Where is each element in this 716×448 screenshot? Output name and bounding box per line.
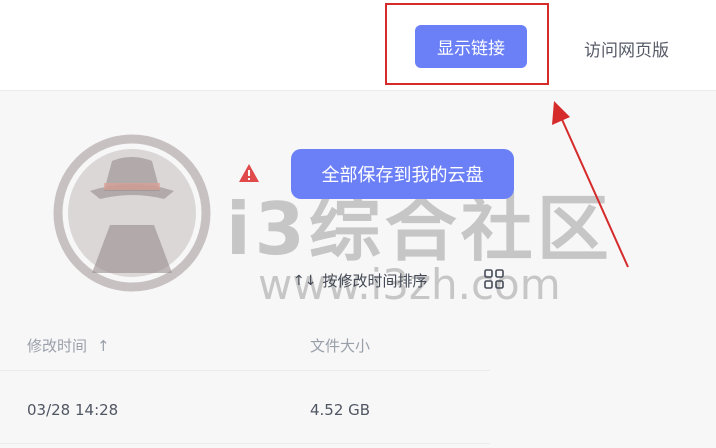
- grid-view-icon[interactable]: [483, 268, 505, 290]
- cell-size: 4.52 GB: [310, 401, 371, 419]
- annotation-arrow: [552, 101, 629, 268]
- cell-modified: 03/28 14:28: [27, 401, 119, 419]
- table-row[interactable]: 03/28 14:28 4.52 GB: [0, 371, 490, 444]
- visit-web-link[interactable]: 访问网页版: [584, 36, 669, 61]
- watermark-logo: [53, 134, 211, 292]
- save-all-button[interactable]: 全部保存到我的云盘: [291, 149, 514, 199]
- sort-label: 按修改时间排序: [322, 272, 428, 290]
- sort-control[interactable]: ↑↓ 按修改时间排序: [293, 270, 427, 291]
- column-header-size[interactable]: 文件大小: [310, 335, 370, 356]
- column-header-modified[interactable]: 修改时间 ↑: [27, 335, 110, 356]
- sort-icon: ↑↓: [293, 272, 317, 289]
- column-header-modified-label: 修改时间: [27, 337, 88, 355]
- top-bar: 显示链接 访问网页版: [0, 0, 716, 91]
- highlight-annotation: [385, 3, 549, 85]
- sort-up-icon: ↑: [97, 337, 110, 355]
- file-table: 修改时间 ↑ 文件大小 03/28 14:28 4.52 GB: [0, 318, 490, 444]
- warning-icon: [239, 164, 259, 182]
- share-page: 显示链接 访问网页版 i3综合社区 www.i3zh.com 全部保存到我的云盘…: [0, 0, 716, 448]
- table-header: 修改时间 ↑ 文件大小: [0, 318, 490, 371]
